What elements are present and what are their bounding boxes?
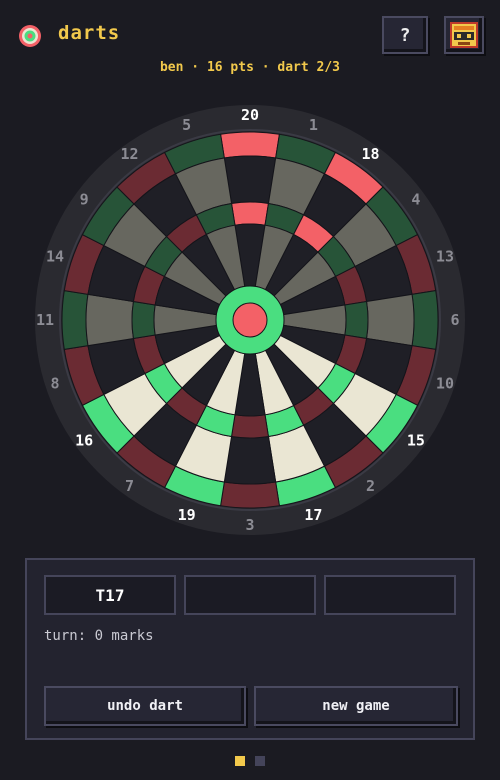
page-dot-2[interactable] [255,756,265,766]
page-dot-1[interactable] [235,756,245,766]
app-title: darts [58,22,121,44]
board-number-18: 18 [361,145,379,163]
segment-20-single[interactable] [223,155,277,205]
board-number-5: 5 [182,116,191,134]
board-number-20: 20 [241,106,259,124]
board-number-12: 12 [120,145,138,163]
undo-dart-button[interactable]: undo dart [44,686,246,726]
board-number-14: 14 [46,248,64,266]
cassette-button[interactable] [444,16,484,54]
segment-3-triple[interactable] [230,414,270,439]
throws-panel: T17 turn: 0 marks undo dart new game [25,558,475,740]
new-game-button[interactable]: new game [254,686,458,726]
dartboard-logo-icon [19,25,41,47]
board-number-19: 19 [178,506,196,524]
board-number-2: 2 [366,477,375,495]
segment-3-single[interactable] [223,435,277,485]
inner-bull[interactable] [232,302,268,338]
throw-slot-3 [324,575,456,615]
cassette-icon [450,22,478,48]
board-number-9: 9 [80,191,89,209]
segment-6-double[interactable] [411,290,439,350]
game-status: ben · 16 pts · dart 2/3 [159,60,340,75]
segment-6-single[interactable] [365,293,415,347]
board-number-4: 4 [411,191,420,209]
board-number-10: 10 [436,374,454,392]
segment-11-triple[interactable] [131,300,156,340]
board-number-8: 8 [51,374,60,392]
page-indicator [0,756,500,768]
segment-3-double[interactable] [220,481,280,509]
throw-slot-1: T17 [44,575,176,615]
board-number-6: 6 [450,311,459,329]
header: darts ? ben · 16 pts · dart 2/3 [0,0,500,90]
board-number-11: 11 [36,311,54,329]
turn-summary: turn: 0 marks [44,628,154,644]
help-button[interactable]: ? [382,16,428,54]
segment-20-triple[interactable] [230,201,270,226]
help-icon: ? [399,24,411,46]
board-number-15: 15 [407,431,425,449]
throw-slot-2 [184,575,316,615]
board-number-3: 3 [245,516,254,534]
segment-11-single[interactable] [85,293,135,347]
dartboard[interactable]: 20 1 18 4 13 6 10 15 2 17 3 19 7 16 8 11 14 9 12 5 [30,100,470,540]
segment-11-double[interactable] [61,290,89,350]
board-number-7: 7 [125,477,134,495]
segment-20-double[interactable] [220,131,280,159]
board-number-17: 17 [304,506,322,524]
board-number-16: 16 [75,431,93,449]
board-number-1: 1 [309,116,318,134]
segment-6-triple[interactable] [344,300,369,340]
board-number-13: 13 [436,248,454,266]
